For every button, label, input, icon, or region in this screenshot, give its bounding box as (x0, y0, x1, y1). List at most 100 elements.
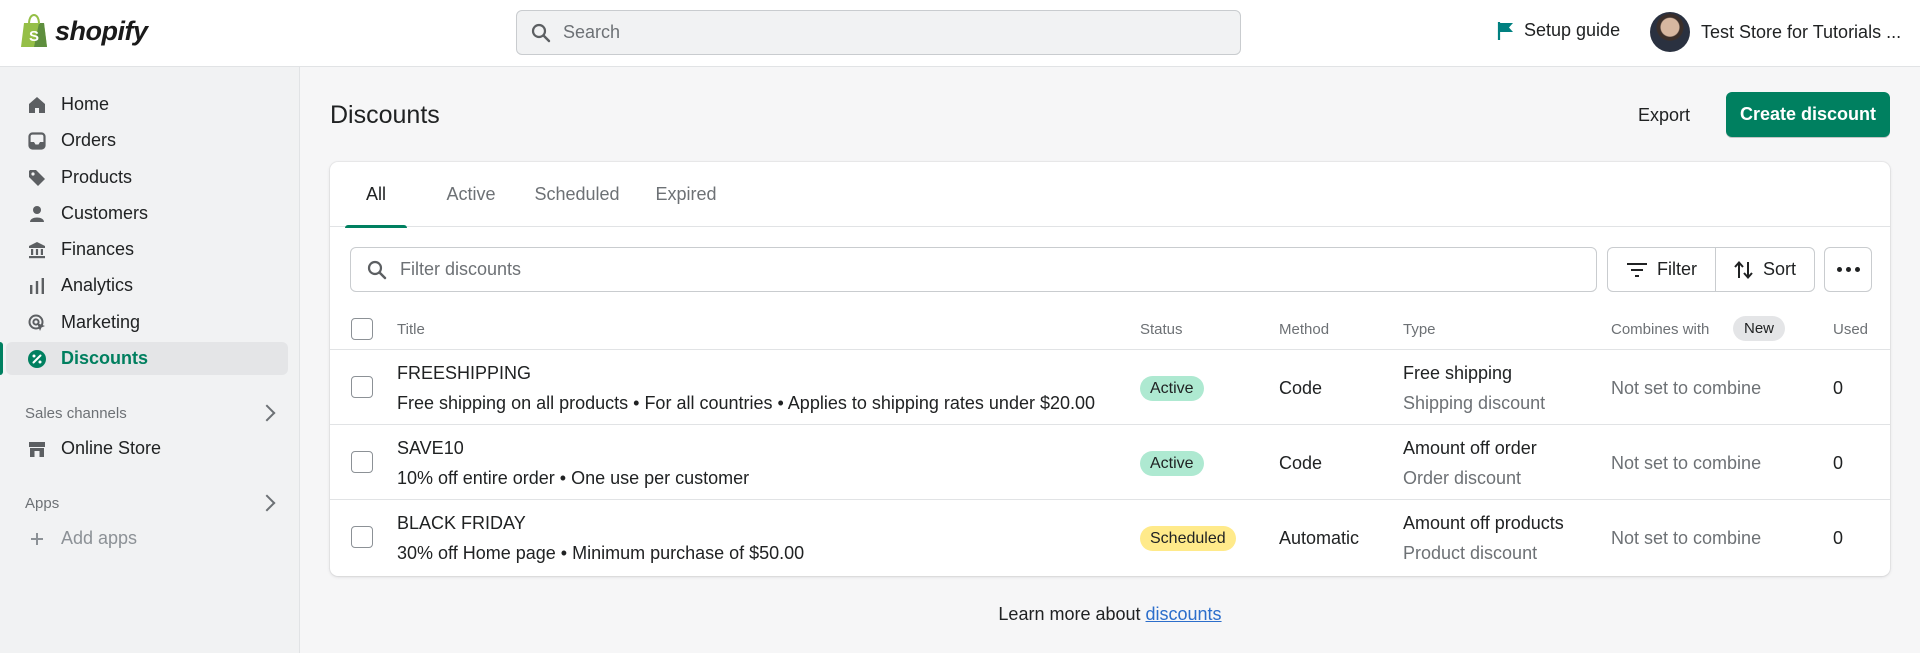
more-dot-icon (1845, 267, 1851, 272)
setup-guide-button[interactable]: Setup guide (1497, 20, 1620, 41)
more-dot-icon (1854, 267, 1860, 272)
discount-used-count: 0 (1833, 528, 1844, 548)
plus-icon (27, 529, 47, 549)
discount-type-category: Shipping discount (1403, 393, 1546, 413)
filter-label: Filter (1657, 259, 1697, 279)
page-title: Discounts (330, 101, 440, 129)
sidebar-item-label: Products (61, 167, 133, 187)
discount-combines: Not set to combine (1611, 453, 1762, 473)
tab-expired[interactable]: Expired (646, 162, 726, 227)
discount-combines: Not set to combine (1611, 528, 1762, 548)
sidebar-item-online-store[interactable]: Online Store (6, 432, 288, 465)
discount-method: Code (1279, 453, 1323, 473)
select-all-checkbox[interactable] (351, 318, 373, 340)
discount-title: BLACK FRIDAY (397, 513, 526, 533)
sidebar-item-home[interactable]: Home (6, 88, 288, 121)
column-combines-with: Combines with (1611, 321, 1710, 338)
orders-icon (27, 131, 47, 151)
filter-button[interactable]: Filter (1608, 248, 1715, 291)
column-status: Status (1140, 321, 1183, 338)
discounts-help-link[interactable]: discounts (1146, 604, 1222, 624)
apps-chevron-icon[interactable] (258, 494, 276, 512)
discount-method: Code (1279, 378, 1323, 398)
discount-title: SAVE10 (397, 438, 464, 458)
discount-description: Free shipping on all products • For all … (397, 393, 1096, 413)
sidebar: Home Orders Products Customers Finances … (0, 67, 300, 653)
home-icon (27, 95, 47, 115)
sidebar-item-label: Home (61, 94, 110, 114)
tab-bar: All Active Scheduled Expired (330, 162, 1890, 228)
table-header: Title Status Method Type Combines with N… (330, 308, 1890, 350)
shopify-logo[interactable]: S shopify (19, 14, 148, 48)
sidebar-item-label: Add apps (61, 528, 138, 548)
column-type: Type (1403, 321, 1436, 338)
tab-active[interactable]: Active (432, 162, 510, 227)
search-icon (531, 23, 551, 42)
row-checkbox[interactable] (351, 376, 373, 398)
more-actions-button[interactable] (1824, 247, 1872, 292)
learn-more-text: Learn more about discounts (0, 604, 1920, 625)
table-row[interactable]: BLACK FRIDAY 30% off Home page • Minimum… (330, 500, 1890, 575)
discount-type-category: Order discount (1403, 468, 1522, 488)
discounts-card: All Active Scheduled Expired Filter disc… (330, 162, 1890, 576)
sidebar-item-products[interactable]: Products (6, 161, 288, 194)
row-checkbox[interactable] (351, 526, 373, 548)
table-row[interactable]: FREESHIPPING Free shipping on all produc… (330, 350, 1890, 425)
filter-icon (1627, 262, 1647, 277)
sort-icon (1734, 260, 1753, 279)
discount-type: Amount off order (1403, 438, 1537, 458)
tab-all[interactable]: All (345, 162, 407, 228)
discount-icon (27, 349, 47, 369)
sidebar-item-finances[interactable]: Finances (6, 233, 288, 266)
top-bar: S shopify Search Setup guide Test Store … (0, 0, 1920, 67)
tag-icon (27, 168, 47, 188)
sort-button[interactable]: Sort (1715, 248, 1814, 291)
sales-channels-label: Sales channels (25, 405, 127, 422)
more-dot-icon (1836, 267, 1842, 272)
sidebar-item-analytics[interactable]: Analytics (6, 269, 288, 302)
status-badge: Scheduled (1140, 526, 1236, 551)
new-badge: New (1733, 316, 1786, 341)
discount-type: Free shipping (1403, 363, 1513, 383)
filter-sort-group: Filter Sort (1607, 247, 1816, 292)
sidebar-item-label: Finances (61, 239, 135, 259)
discount-used-count: 0 (1833, 453, 1844, 473)
export-button[interactable]: Export (1626, 97, 1702, 133)
filter-placeholder: Filter discounts (400, 259, 522, 279)
flag-icon (1497, 21, 1513, 40)
store-menu[interactable]: Test Store for Tutorials ... (1650, 12, 1901, 52)
shopping-bag-icon: S (21, 14, 47, 47)
discount-description: 10% off entire order • One use per custo… (397, 468, 750, 488)
sidebar-item-label: Marketing (61, 312, 141, 332)
sidebar-item-discounts[interactable]: Discounts (0, 342, 288, 375)
column-used: Used (1833, 321, 1869, 338)
discount-type: Amount off products (1403, 513, 1564, 533)
column-title: Title (397, 321, 425, 338)
sidebar-item-label: Discounts (61, 348, 149, 368)
sidebar-item-orders[interactable]: Orders (6, 124, 288, 157)
store-name: Test Store for Tutorials ... (1701, 21, 1902, 42)
sort-label: Sort (1763, 259, 1797, 279)
sidebar-item-label: Online Store (61, 438, 162, 458)
sidebar-item-marketing[interactable]: Marketing (6, 306, 288, 339)
create-discount-button[interactable]: Create discount (1726, 92, 1890, 137)
discount-type-category: Product discount (1403, 543, 1538, 563)
search-input[interactable]: Search (516, 10, 1241, 55)
filter-discounts-input[interactable]: Filter discounts (350, 247, 1597, 292)
bar-chart-icon (27, 276, 47, 296)
avatar (1650, 12, 1690, 52)
discount-combines: Not set to combine (1611, 378, 1762, 398)
column-method: Method (1279, 321, 1330, 338)
status-badge: Active (1140, 451, 1204, 476)
target-icon (27, 313, 47, 333)
table-row[interactable]: SAVE10 10% off entire order • One use pe… (330, 425, 1890, 500)
sidebar-item-add-apps[interactable]: Add apps (6, 522, 288, 555)
tab-scheduled[interactable]: Scheduled (526, 162, 628, 227)
sidebar-item-customers[interactable]: Customers (6, 197, 288, 230)
sales-channels-chevron-icon[interactable] (258, 404, 276, 422)
search-placeholder: Search (563, 22, 621, 42)
discount-description: 30% off Home page • Minimum purchase of … (397, 543, 805, 563)
bank-icon (27, 240, 47, 260)
row-checkbox[interactable] (351, 451, 373, 473)
discount-method: Automatic (1279, 528, 1360, 548)
